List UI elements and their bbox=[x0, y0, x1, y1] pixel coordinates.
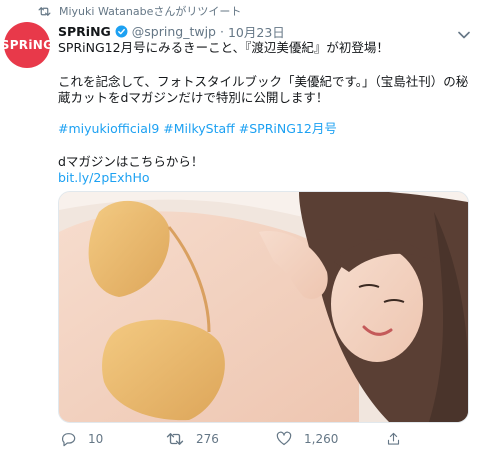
retweet-context[interactable]: Miyuki Watanabeさんがリツイート bbox=[38, 3, 241, 19]
tweet-header: SPRiNG @spring_twjp · 10月23日 bbox=[58, 22, 285, 40]
reply-icon bbox=[61, 433, 76, 447]
display-name[interactable]: SPRiNG bbox=[58, 24, 111, 39]
retweet-count: 276 bbox=[196, 432, 219, 446]
share-icon bbox=[387, 432, 400, 445]
reply-button[interactable]: 10 bbox=[60, 431, 103, 447]
tweet-text-line: これを記念して、フォトスタイルブック「美優紀です。」（宝島社刊）の秘 bbox=[58, 74, 469, 89]
chevron-down-icon[interactable] bbox=[458, 24, 470, 43]
tweet-text-line: dマガジンはこちらから！ bbox=[58, 154, 204, 169]
tweet-text-line: 蔵カットをdマガジンだけで特別に公開します！ bbox=[58, 90, 329, 105]
short-link[interactable]: bit.ly/2pExhHo bbox=[58, 170, 150, 186]
tweet-actions: 10 276 1,260 bbox=[0, 431, 480, 451]
avatar[interactable]: SPRiNG bbox=[0, 22, 54, 68]
tweet-text-line: SPRiNG12月号にみるきーこと、『渡辺美優紀』が初登場！ bbox=[58, 40, 389, 55]
photo-illustration bbox=[59, 192, 468, 422]
handle[interactable]: @spring_twjp bbox=[132, 24, 216, 39]
verified-badge-icon bbox=[115, 25, 128, 38]
retweet-context-text: Miyuki Watanabeさんがリツイート bbox=[59, 5, 242, 18]
share-button[interactable] bbox=[386, 431, 413, 447]
retweet-icon bbox=[166, 433, 184, 445]
like-button[interactable]: 1,260 bbox=[276, 431, 338, 446]
reply-count: 10 bbox=[88, 432, 104, 446]
tweet-date[interactable]: 10月23日 bbox=[228, 22, 285, 41]
like-icon bbox=[276, 431, 292, 446]
retweet-button[interactable]: 276 bbox=[166, 431, 219, 447]
avatar-logo-text: SPRiNG bbox=[0, 38, 54, 52]
tweet-photo[interactable] bbox=[58, 191, 469, 423]
hashtags-link[interactable]: #miyukiofficial9 #MilkyStaff #SPRiNG12月号 bbox=[58, 121, 337, 137]
retweet-icon bbox=[38, 6, 51, 16]
like-count: 1,260 bbox=[304, 431, 339, 446]
meta-separator: · bbox=[220, 23, 224, 39]
